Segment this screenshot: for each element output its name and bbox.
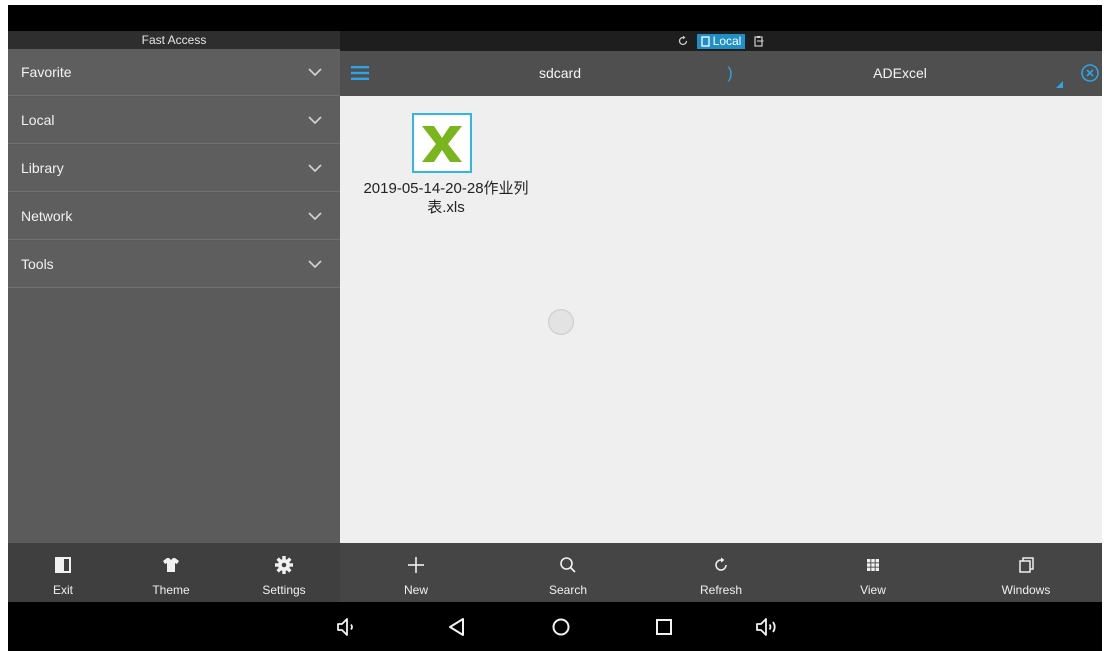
excel-file-icon <box>412 113 472 173</box>
theme-button[interactable]: Theme <box>121 543 221 602</box>
file-list-area: 2019-05-14-20-28作业列表.xls <box>340 96 1102 543</box>
chevron-down-icon <box>308 212 322 221</box>
clipboard-icon[interactable] <box>753 35 765 47</box>
refresh-icon <box>715 557 727 571</box>
new-label: New <box>403 583 428 597</box>
left-toolbar: Exit Theme Settings <box>8 543 340 602</box>
fast-access-panel: Fast Access Favorite Local Library Netwo… <box>8 31 340 543</box>
section-local[interactable]: Local <box>8 97 340 144</box>
search-icon <box>560 557 576 573</box>
refresh-label: Refresh <box>699 583 743 597</box>
breadcrumb-adexcel[interactable]: ADExcel <box>840 51 960 96</box>
section-network[interactable]: Network <box>8 193 340 240</box>
windows-button[interactable]: Windows <box>950 543 1102 602</box>
view-button[interactable]: View <box>797 543 949 602</box>
chevron-down-icon <box>308 260 322 269</box>
back-icon[interactable] <box>444 614 470 640</box>
tab-local-label: Local <box>712 33 742 48</box>
location-tabs: Local <box>340 31 1102 51</box>
loading-spinner <box>548 309 574 335</box>
exit-button[interactable]: Exit <box>13 543 113 602</box>
breadcrumb-sdcard[interactable]: sdcard <box>500 51 620 96</box>
corner-triangle-icon <box>1056 81 1063 88</box>
chevron-down-icon <box>308 116 322 125</box>
new-button[interactable]: New <box>340 543 492 602</box>
right-toolbar: New Search Refresh View Windows <box>340 543 1102 602</box>
fast-access-header: Fast Access <box>8 31 340 49</box>
chevron-down-icon <box>308 68 322 77</box>
section-favorite[interactable]: Favorite <box>8 49 340 96</box>
theme-label: Theme <box>152 583 190 597</box>
section-label: Favorite <box>21 64 72 80</box>
file-name: 2019-05-14-20-28作业列表.xls <box>363 180 529 216</box>
breadcrumb-separator: ) <box>727 65 733 82</box>
search-label: Search <box>548 583 588 597</box>
exit-label: Exit <box>52 583 73 597</box>
shirt-icon <box>163 558 179 572</box>
file-item[interactable]: 2019-05-14-20-28作业列表.xls <box>351 113 541 233</box>
close-circle-icon[interactable] <box>1080 63 1100 83</box>
section-library[interactable]: Library <box>8 145 340 192</box>
recents-icon[interactable] <box>651 614 677 640</box>
location-bar: Local <box>340 31 1102 51</box>
device-icon <box>701 35 710 47</box>
device-screen: Fast Access Favorite Local Library Netwo… <box>8 5 1102 651</box>
grid-icon <box>867 559 879 571</box>
refresh-button[interactable]: Refresh <box>645 543 797 602</box>
volume-up-icon[interactable] <box>754 614 780 640</box>
navigation-bar <box>8 602 1102 651</box>
menu-icon[interactable] <box>350 63 370 83</box>
plus-icon <box>408 557 424 573</box>
section-label: Local <box>21 112 55 128</box>
section-label: Network <box>21 208 73 224</box>
section-tools[interactable]: Tools <box>8 241 340 288</box>
windows-icon <box>1019 557 1034 573</box>
path-bar: sdcard ) ADExcel <box>340 51 1102 96</box>
view-label: View <box>860 583 886 597</box>
tab-local[interactable]: Local <box>696 33 746 49</box>
section-label: Library <box>21 160 64 176</box>
refresh-small-icon[interactable] <box>677 35 689 47</box>
settings-label: Settings <box>262 583 306 597</box>
home-icon[interactable] <box>548 614 574 640</box>
settings-button[interactable]: Settings <box>232 543 336 602</box>
gear-icon <box>275 556 293 574</box>
chevron-down-icon <box>308 164 322 173</box>
search-button[interactable]: Search <box>492 543 644 602</box>
windows-label: Windows <box>1001 583 1051 597</box>
section-label: Tools <box>21 256 54 272</box>
volume-down-icon[interactable] <box>334 614 360 640</box>
exit-icon <box>55 557 71 573</box>
status-bar <box>8 5 1102 31</box>
